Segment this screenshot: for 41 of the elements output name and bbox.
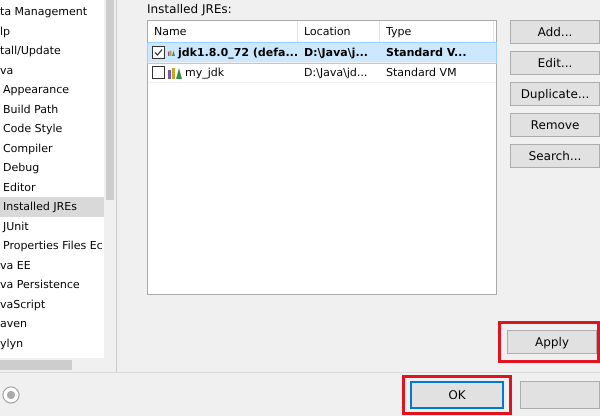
horizontal-scrollbar[interactable] — [0, 358, 116, 372]
dialog-button[interactable] — [520, 381, 600, 409]
jre-name: my_jdk — [185, 65, 224, 81]
checkbox[interactable] — [152, 66, 165, 79]
tree-item[interactable]: Code Style — [0, 119, 104, 138]
tree-item[interactable]: tall/Update — [0, 41, 104, 60]
vertical-scrollbar[interactable] — [104, 0, 116, 358]
jre-type: Standard V... — [385, 45, 468, 61]
tree-item[interactable]: Debug — [0, 158, 104, 178]
library-icon — [168, 66, 182, 78]
jre-name: jdk1.8.0_72 (defa... — [178, 45, 298, 61]
tree-item[interactable]: ta Management — [0, 2, 104, 22]
jre-location: D:\Java\j... — [303, 45, 369, 61]
checkbox[interactable] — [152, 46, 165, 59]
section-label: Installed JREs: — [147, 2, 233, 18]
tree-item[interactable]: Installed JREs — [0, 197, 104, 216]
tree-item[interactable]: vaScript — [0, 294, 104, 314]
tree-item[interactable]: Properties Files Ec — [0, 236, 104, 256]
side-button[interactable]: Remove — [510, 113, 600, 137]
side-button[interactable]: Duplicate... — [510, 82, 600, 106]
tree-item[interactable]: va Persistence — [0, 275, 104, 294]
tree-item[interactable]: Editor — [0, 178, 104, 197]
jre-type: Standard VM — [385, 65, 458, 81]
tree-item[interactable]: ylyn — [0, 334, 104, 353]
tree-item[interactable]: lp — [0, 22, 104, 41]
tree-item[interactable]: JUnit — [0, 216, 104, 236]
side-button[interactable]: Edit... — [510, 51, 600, 75]
jre-location: D:\Java\jd... — [303, 65, 368, 81]
apply-button[interactable]: Apply — [507, 330, 597, 354]
jre-row[interactable]: my_jdk D:\Java\jd... Standard VM — [148, 63, 496, 83]
ok-button[interactable]: OK — [410, 381, 504, 409]
tree-item[interactable]: Compiler — [0, 138, 104, 158]
tree-item[interactable]: Build Path — [0, 100, 104, 119]
tree-item[interactable]: aven — [0, 314, 104, 334]
tree-item[interactable]: va — [0, 60, 104, 80]
side-button[interactable]: Add... — [510, 20, 600, 44]
tree-item[interactable]: va EE — [0, 256, 104, 275]
jre-row[interactable]: jdk1.8.0_72 (defa... D:\Java\j... Standard V... — [148, 43, 496, 63]
tree-item[interactable]: Appearance — [0, 80, 104, 100]
help-icon[interactable] — [2, 386, 20, 404]
side-button[interactable]: Search... — [510, 144, 600, 168]
